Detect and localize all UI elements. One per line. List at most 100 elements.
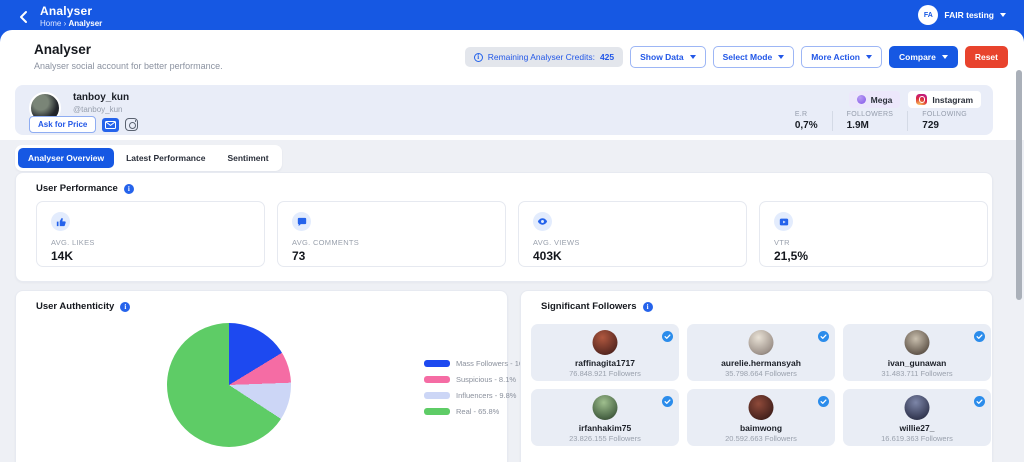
follower-count: 31.483.711 Followers [843,369,991,378]
profile-stats: E.R 0,7% FOLLOWERS 1.9M FOLLOWING 729 [781,111,981,131]
avatar [749,330,774,355]
breadcrumb: Home › Analyser [40,19,102,28]
select-mode-button[interactable]: Select Mode [713,46,795,68]
platform-label: Instagram [932,95,973,105]
info-icon[interactable] [120,302,130,312]
more-action-button[interactable]: More Action [801,46,882,68]
user-performance-panel: User Performance AVG. LIKES 14K AVG. COM… [15,172,993,282]
platform-badge: Instagram [908,91,981,108]
scrollbar[interactable] [1016,70,1022,300]
toolbar: Remaining Analyser Credits: 425 Show Dat… [465,46,1008,68]
instagram-icon[interactable] [125,118,138,131]
ask-for-price-button[interactable]: Ask for Price [29,116,96,133]
back-icon[interactable] [16,9,32,25]
legend-label: Influencers - 9.8% [456,391,516,400]
section-title-text: Significant Followers [541,301,637,312]
profile-badges: Mega Instagram [849,91,981,108]
metric-value: 403K [533,249,562,263]
more-action-label: More Action [811,52,860,62]
avatar [749,395,774,420]
stat-followers: FOLLOWERS 1.9M [832,111,908,131]
follower-count: 20.592.663 Followers [687,434,835,443]
metric-label: AVG. COMMENTS [292,238,359,247]
eye-icon [533,212,552,231]
metric-value: 73 [292,249,305,263]
mail-icon[interactable] [102,118,119,132]
instagram-logo-icon [916,94,927,105]
verified-check-icon [818,394,829,412]
metric-label: AVG. LIKES [51,238,95,247]
compare-button[interactable]: Compare [889,46,958,68]
chevron-down-icon [690,55,696,59]
stat-value: 1.9M [847,120,894,131]
tier-label: Mega [871,95,893,105]
breadcrumb-current: Analyser [68,19,102,28]
follower-card[interactable]: irfanhakim75 23.826.155 Followers [531,389,679,446]
thumbs-up-icon [51,212,70,231]
follower-username: ivan_gunawan [843,358,991,368]
tab-latest-performance[interactable]: Latest Performance [116,148,215,168]
avatar [905,330,930,355]
tab-sentiment[interactable]: Sentiment [217,148,278,168]
info-icon [474,53,483,62]
stat-er: E.R 0,7% [781,111,832,131]
verified-check-icon [974,329,985,347]
page-subtitle: Analyser social account for better perfo… [34,61,223,71]
chevron-down-icon [1000,13,1006,17]
stat-following: FOLLOWING 729 [907,111,981,131]
follower-username: willie27_ [843,423,991,433]
follower-card[interactable]: aurelie.hermansyah 35.798.664 Followers [687,324,835,381]
avatar [905,395,930,420]
verified-check-icon [662,394,673,412]
verified-check-icon [818,329,829,347]
legend-swatch [424,392,450,399]
metric-card-avg-likes: AVG. LIKES 14K [36,201,265,267]
breadcrumb-separator: › [64,19,67,28]
user-authenticity-panel: User Authenticity Mass Followers - 16.3%… [15,290,508,462]
gem-icon [857,95,866,104]
legend-label: Suspicious - 8.1% [456,375,516,384]
analyser-page: Analyser Home › Analyser FA FAIR testing… [0,0,1024,462]
profile-actions: Ask for Price [29,116,138,133]
account-menu[interactable]: FA FAIR testing [918,4,1006,26]
metric-label: VTR [774,238,790,247]
chevron-down-icon [866,55,872,59]
avatar [593,395,618,420]
tab-analyser-overview[interactable]: Analyser Overview [18,148,114,168]
reset-button[interactable]: Reset [965,46,1008,68]
section-title-text: User Performance [36,183,118,194]
follower-card[interactable]: willie27_ 16.619.363 Followers [843,389,991,446]
user-authenticity-title: User Authenticity [36,301,130,312]
follower-card[interactable]: baimwong 20.592.663 Followers [687,389,835,446]
video-icon [774,212,793,231]
metric-card-avg-views: AVG. VIEWS 403K [518,201,747,267]
follower-username: raffinagita1717 [531,358,679,368]
show-data-label: Show Data [640,52,683,62]
avatar: FA [918,5,938,25]
topbar-title: Analyser [40,4,92,18]
chevron-down-icon [778,55,784,59]
follower-username: baimwong [687,423,835,433]
top-navigation-bar: Analyser Home › Analyser FA FAIR testing [0,0,1024,34]
breadcrumb-home[interactable]: Home [40,19,61,28]
follower-card[interactable]: raffinagita1717 76.848.921 Followers [531,324,679,381]
follower-card[interactable]: ivan_gunawan 31.483.711 Followers [843,324,991,381]
profile-name: tanboy_kun [73,92,129,103]
follower-username: irfanhakim75 [531,423,679,433]
stat-value: 0,7% [795,120,818,131]
follower-count: 16.619.363 Followers [843,434,991,443]
reset-label: Reset [975,52,998,62]
verified-check-icon [974,394,985,412]
info-icon[interactable] [124,184,134,194]
avatar [593,330,618,355]
show-data-button[interactable]: Show Data [630,46,705,68]
stat-label: FOLLOWERS [847,111,894,118]
metric-card-avg-comments: AVG. COMMENTS 73 [277,201,506,267]
stat-label: FOLLOWING [922,111,967,118]
legend-swatch [424,360,450,367]
metric-label: AVG. VIEWS [533,238,580,247]
profile-handle: @tanboy_kun [73,105,123,114]
follower-count: 76.848.921 Followers [531,369,679,378]
info-icon[interactable] [643,302,653,312]
significant-followers-title: Significant Followers [541,301,653,312]
